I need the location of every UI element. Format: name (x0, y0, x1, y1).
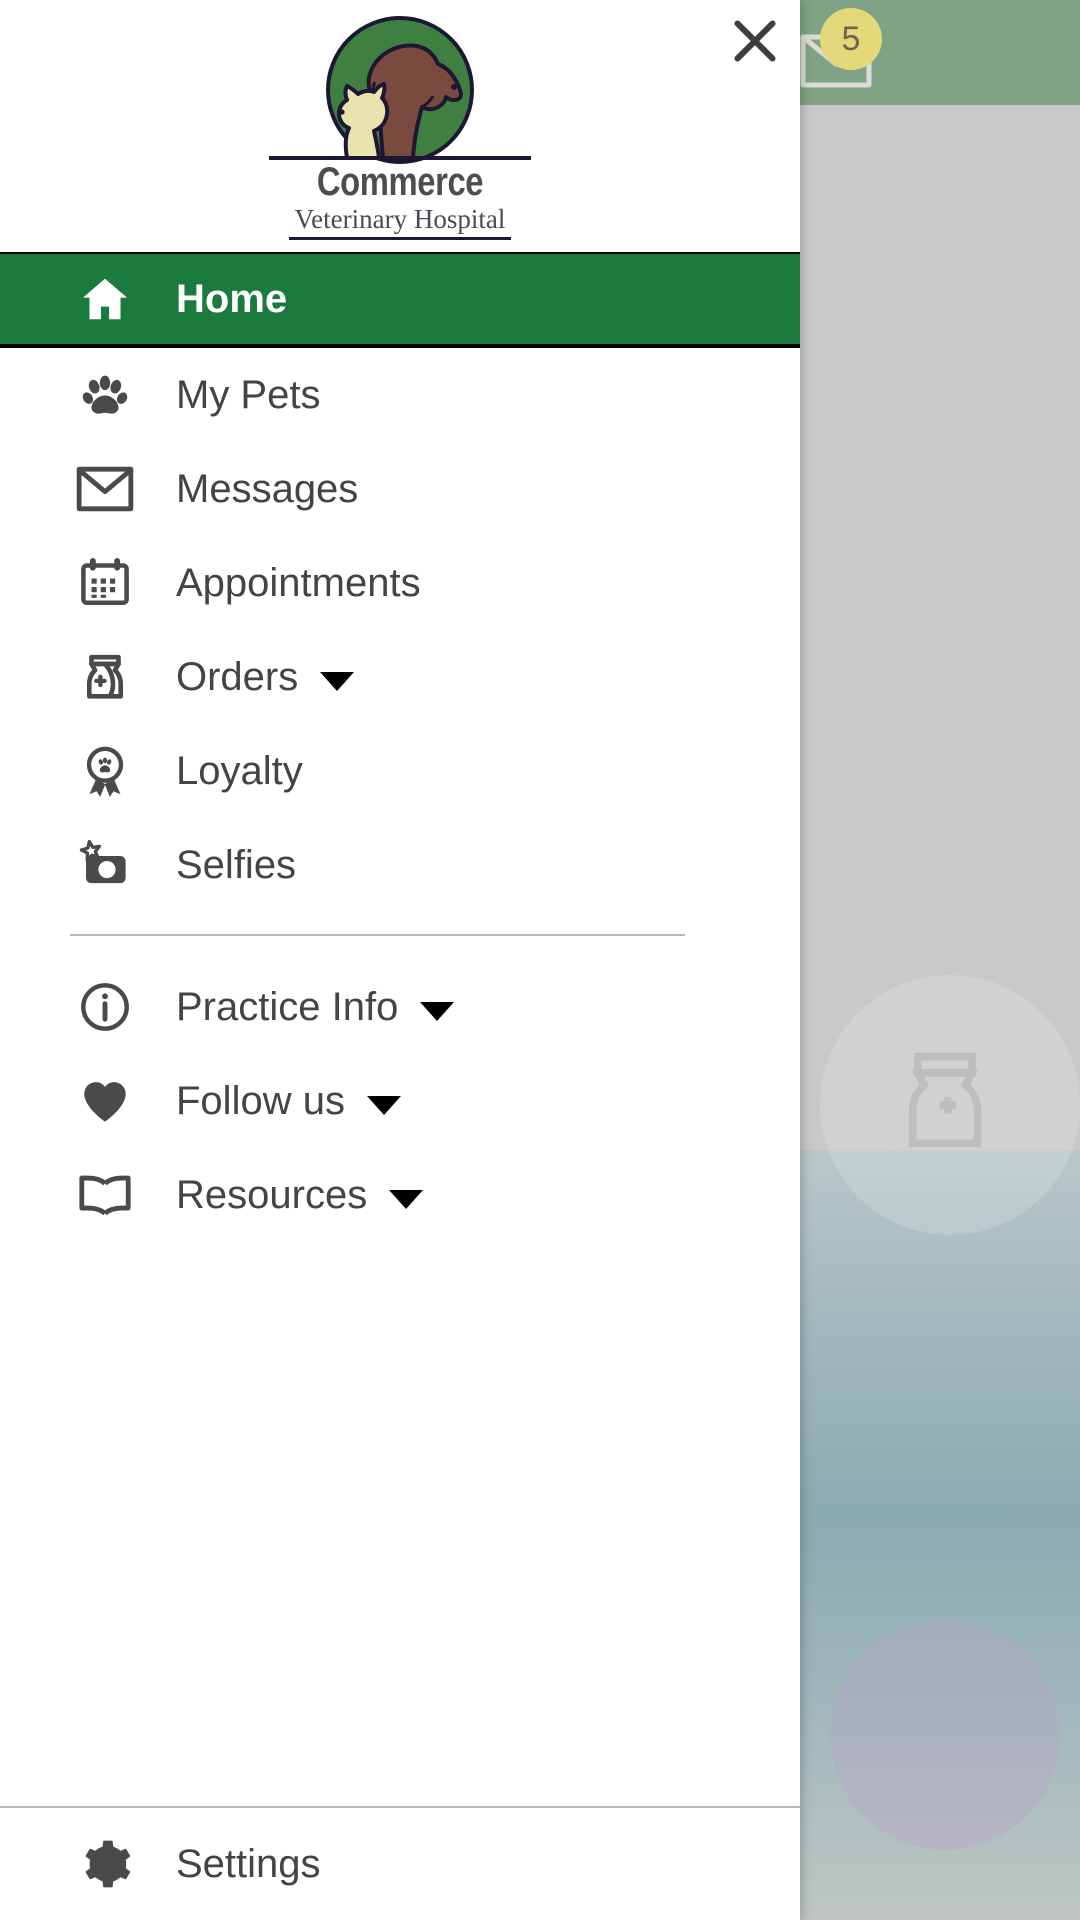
backdrop-circle-decor-2 (830, 1620, 1060, 1850)
book-icon (76, 1165, 142, 1225)
sidebar-item-resources[interactable]: Resources (0, 1148, 800, 1242)
paw-icon (76, 365, 142, 425)
sidebar-item-label: Messages (176, 466, 359, 511)
practice-logo: Commerce Veterinary Hospital (255, 8, 545, 240)
sidebar-item-selfies[interactable]: Selfies (0, 818, 800, 912)
mail-icon (76, 459, 142, 519)
backdrop-food-bag-icon (880, 1030, 1010, 1170)
heart-icon (76, 1071, 142, 1131)
sidebar-item-label: My Pets (176, 372, 321, 417)
sidebar-item-messages[interactable]: Messages (0, 442, 800, 536)
sidebar-item-label: Orders (176, 654, 299, 699)
sidebar-item-home[interactable]: Home (0, 252, 800, 348)
sidebar-item-practice-info[interactable]: Practice Info (0, 960, 800, 1054)
sidebar-item-orders[interactable]: Orders (0, 630, 800, 724)
gear-icon (76, 1834, 142, 1894)
drawer-nav: Home My Pets Messages Appointments Order… (0, 252, 800, 1242)
sidebar-item-label: Resources (176, 1172, 368, 1217)
sidebar-item-appointments[interactable]: Appointments (0, 536, 800, 630)
drawer-footer: Settings (0, 1806, 800, 1920)
sidebar-item-settings[interactable]: Settings (0, 1808, 800, 1920)
sidebar-item-label: Home (176, 276, 288, 321)
home-icon (76, 269, 142, 329)
sidebar-item-follow-us[interactable]: Follow us (0, 1054, 800, 1148)
chevron-down-icon[interactable] (366, 1095, 401, 1115)
chevron-down-icon[interactable] (420, 1001, 455, 1021)
app-root: 5 Commerce Veterinary Hospital Home My P… (0, 0, 1080, 1920)
info-circle-icon (76, 977, 142, 1037)
sidebar-item-label: Appointments (176, 560, 421, 605)
food-bag-icon (76, 647, 142, 707)
sidebar-item-label: Selfies (176, 842, 297, 887)
chevron-down-icon[interactable] (320, 671, 355, 691)
vet-hospital-logo (255, 8, 545, 168)
unread-count-badge: 5 (820, 8, 882, 70)
calendar-icon (76, 553, 142, 613)
sidebar-item-loyalty[interactable]: Loyalty (0, 724, 800, 818)
close-icon (727, 13, 783, 74)
chevron-down-icon[interactable] (389, 1189, 424, 1209)
sidebar-item-label: Follow us (176, 1078, 345, 1123)
sidebar-item-label: Loyalty (176, 748, 303, 793)
award-paw-icon (76, 741, 142, 801)
navigation-drawer: Commerce Veterinary Hospital Home My Pet… (0, 0, 800, 1920)
drawer-logo-header: Commerce Veterinary Hospital (0, 0, 800, 252)
practice-subtitle: Veterinary Hospital (288, 204, 512, 240)
sidebar-item-my-pets[interactable]: My Pets (0, 348, 800, 442)
close-drawer-button[interactable] (724, 12, 786, 74)
practice-name: Commerce (316, 160, 484, 204)
sidebar-item-label: Practice Info (176, 984, 399, 1029)
sidebar-item-label: Settings (176, 1841, 321, 1886)
camera-star-icon (76, 835, 142, 895)
nav-divider (70, 934, 685, 936)
